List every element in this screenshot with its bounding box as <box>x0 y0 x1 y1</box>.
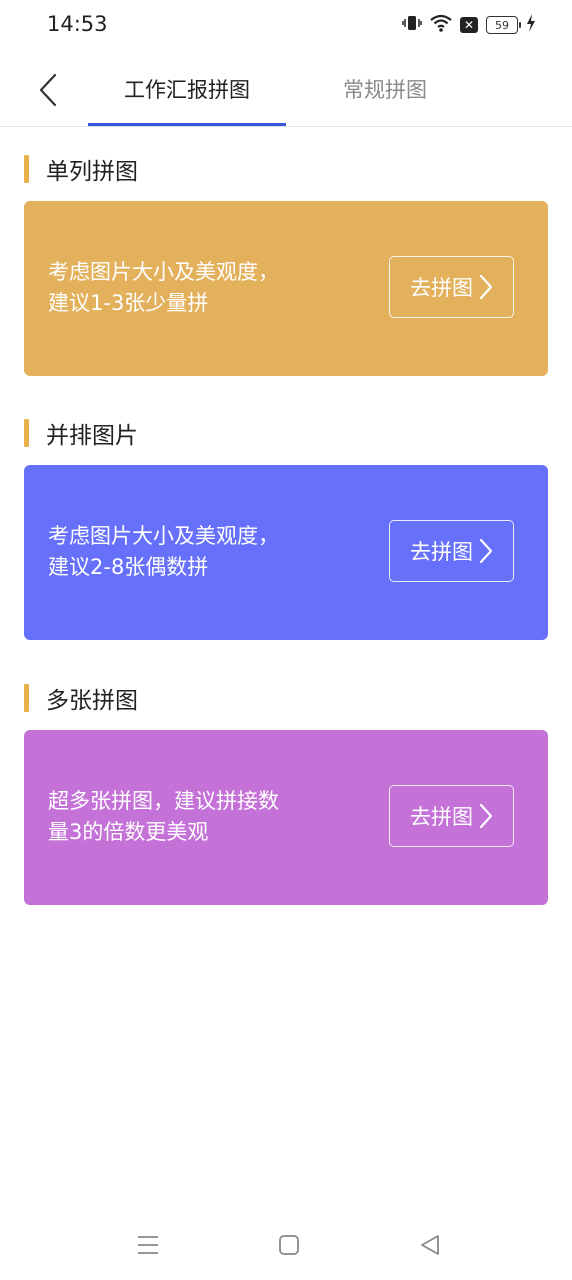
back-triangle-icon <box>421 1235 439 1255</box>
chevron-left-icon <box>39 73 57 107</box>
menu-button[interactable] <box>130 1227 166 1263</box>
chevron-right-icon <box>479 538 493 564</box>
go-collage-label: 去拼图 <box>410 276 473 300</box>
card-description: 考虑图片大小及美观度，建议1-3张少量拼 <box>48 260 279 315</box>
go-collage-label: 去拼图 <box>410 805 473 829</box>
section-accent-bar <box>24 419 29 447</box>
card-description: 考虑图片大小及美观度，建议2-8张偶数拼 <box>48 524 279 579</box>
section-title-label: 并排图片 <box>46 423 138 449</box>
card-multi-image: 超多张拼图，建议拼接数量3的倍数更美观 去拼图 <box>24 730 548 905</box>
chevron-right-icon <box>479 803 493 829</box>
wifi-icon <box>430 14 452 36</box>
section-accent-bar <box>24 684 29 712</box>
back-nav-button[interactable] <box>412 1227 448 1263</box>
active-tab-indicator <box>88 123 286 126</box>
section-title-side-by-side: 并排图片 <box>24 418 138 449</box>
system-nav-bar <box>0 1215 572 1275</box>
notification-x-icon: ✕ <box>460 17 478 33</box>
tab-work-report-collage[interactable]: 工作汇报拼图 <box>88 52 286 126</box>
chevron-right-icon <box>479 274 493 300</box>
menu-icon <box>138 1236 158 1254</box>
go-collage-label: 去拼图 <box>410 540 473 564</box>
card-description: 超多张拼图，建议拼接数量3的倍数更美观 <box>48 789 279 844</box>
vibrate-icon <box>402 14 422 36</box>
battery-icon: 59 <box>486 16 521 34</box>
go-collage-button[interactable]: 去拼图 <box>389 520 514 582</box>
section-title-label: 单列拼图 <box>46 159 138 185</box>
home-button[interactable] <box>271 1227 307 1263</box>
home-icon <box>279 1235 299 1255</box>
section-title-single-column: 单列拼图 <box>24 154 138 185</box>
go-collage-button[interactable]: 去拼图 <box>389 785 514 847</box>
top-nav-bar: 工作汇报拼图 常规拼图 <box>0 52 572 127</box>
charging-icon <box>526 14 536 36</box>
status-time: 14:53 <box>47 12 108 36</box>
section-accent-bar <box>24 155 29 183</box>
section-title-label: 多张拼图 <box>46 688 138 714</box>
status-icons: ✕ 59 <box>402 14 536 36</box>
status-bar: 14:53 ✕ 59 <box>0 0 572 52</box>
tab-regular-collage[interactable]: 常规拼图 <box>300 52 470 126</box>
card-side-by-side: 考虑图片大小及美观度，建议2-8张偶数拼 去拼图 <box>24 465 548 640</box>
back-button[interactable] <box>26 68 70 112</box>
card-single-column: 考虑图片大小及美观度，建议1-3张少量拼 去拼图 <box>24 201 548 376</box>
battery-level: 59 <box>495 18 509 32</box>
go-collage-button[interactable]: 去拼图 <box>389 256 514 318</box>
section-title-multi-image: 多张拼图 <box>24 683 138 714</box>
